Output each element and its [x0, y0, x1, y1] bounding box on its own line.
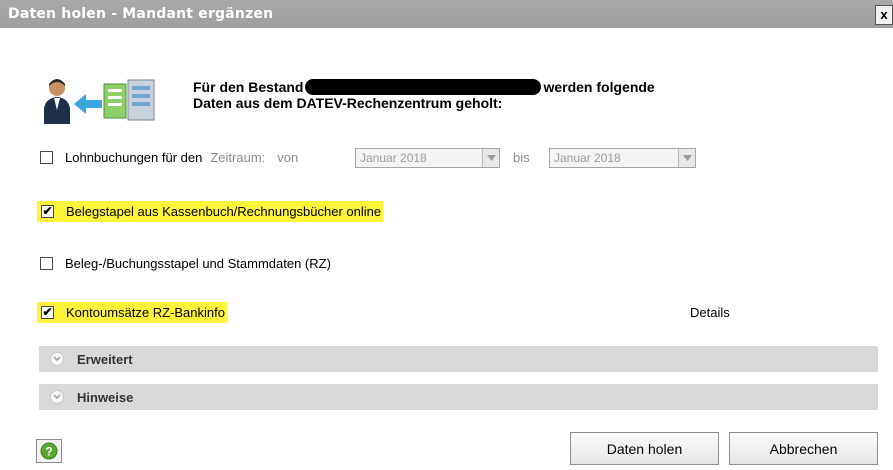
header-prefix: Für den Bestand [193, 79, 304, 95]
chevron-down-icon [50, 352, 64, 366]
lohn-label: Lohnbuchungen für den [65, 150, 203, 165]
lohn-option-row: Lohnbuchungen für den Zeitraum: von [40, 150, 298, 165]
von-select[interactable]: Januar 2018 [355, 148, 500, 168]
window-title: Daten holen - Mandant ergänzen [8, 6, 274, 22]
details-link[interactable]: Details [690, 305, 730, 320]
stammdaten-label: Beleg-/Buchungsstapel und Stammdaten (RZ… [65, 256, 331, 271]
bis-label: bis [513, 150, 530, 165]
chevron-down-icon [50, 390, 64, 404]
stammdaten-option-row: Beleg-/Buchungsstapel und Stammdaten (RZ… [40, 256, 331, 271]
redacted-mandant [305, 79, 542, 95]
belegstapel-option-row: ✔ Belegstapel aus Kassenbuch/Rechnungsbü… [37, 201, 384, 222]
bis-label-wrap: bis [513, 150, 530, 165]
konto-checkbox[interactable]: ✔ [41, 306, 54, 319]
lohn-checkbox[interactable] [40, 151, 53, 164]
chevron-down-icon [482, 149, 499, 167]
header-suffix: werden folgende [543, 79, 655, 95]
header-line-1: Für den Bestand werden folgende [193, 79, 753, 95]
bis-value: Januar 2018 [554, 151, 621, 165]
header-text: Für den Bestand werden folgende Daten aus… [193, 79, 753, 111]
datev-transfer-icon [44, 79, 155, 124]
von-value: Januar 2018 [360, 151, 427, 165]
belegstapel-label: Belegstapel aus Kassenbuch/Rechnungsbüch… [66, 204, 382, 219]
abbrechen-button[interactable]: Abbrechen [729, 432, 878, 465]
close-button[interactable]: x [875, 5, 893, 25]
svg-text:?: ? [45, 445, 52, 459]
title-bar: Daten holen - Mandant ergänzen x [0, 0, 893, 28]
zeitraum-label: Zeitraum: [210, 150, 266, 165]
daten-holen-button[interactable]: Daten holen [570, 432, 719, 465]
konto-label: Kontoumsätze RZ-Bankinfo [66, 305, 225, 320]
belegstapel-checkbox[interactable]: ✔ [41, 205, 54, 218]
stammdaten-checkbox[interactable] [40, 257, 53, 270]
bis-select[interactable]: Januar 2018 [549, 148, 696, 168]
section-erweitert-label: Erweitert [77, 351, 133, 367]
section-hinweise-label: Hinweise [77, 389, 134, 405]
section-erweitert[interactable]: Erweitert [39, 346, 878, 372]
section-hinweise[interactable]: Hinweise [39, 384, 878, 410]
von-label: von [277, 150, 299, 165]
help-icon: ? [40, 442, 58, 460]
help-button[interactable]: ? [36, 439, 62, 463]
konto-option-row: ✔ Kontoumsätze RZ-Bankinfo [37, 302, 227, 323]
header-line-2: Daten aus dem DATEV-Rechenzentrum geholt… [193, 95, 503, 111]
chevron-down-icon [678, 149, 695, 167]
